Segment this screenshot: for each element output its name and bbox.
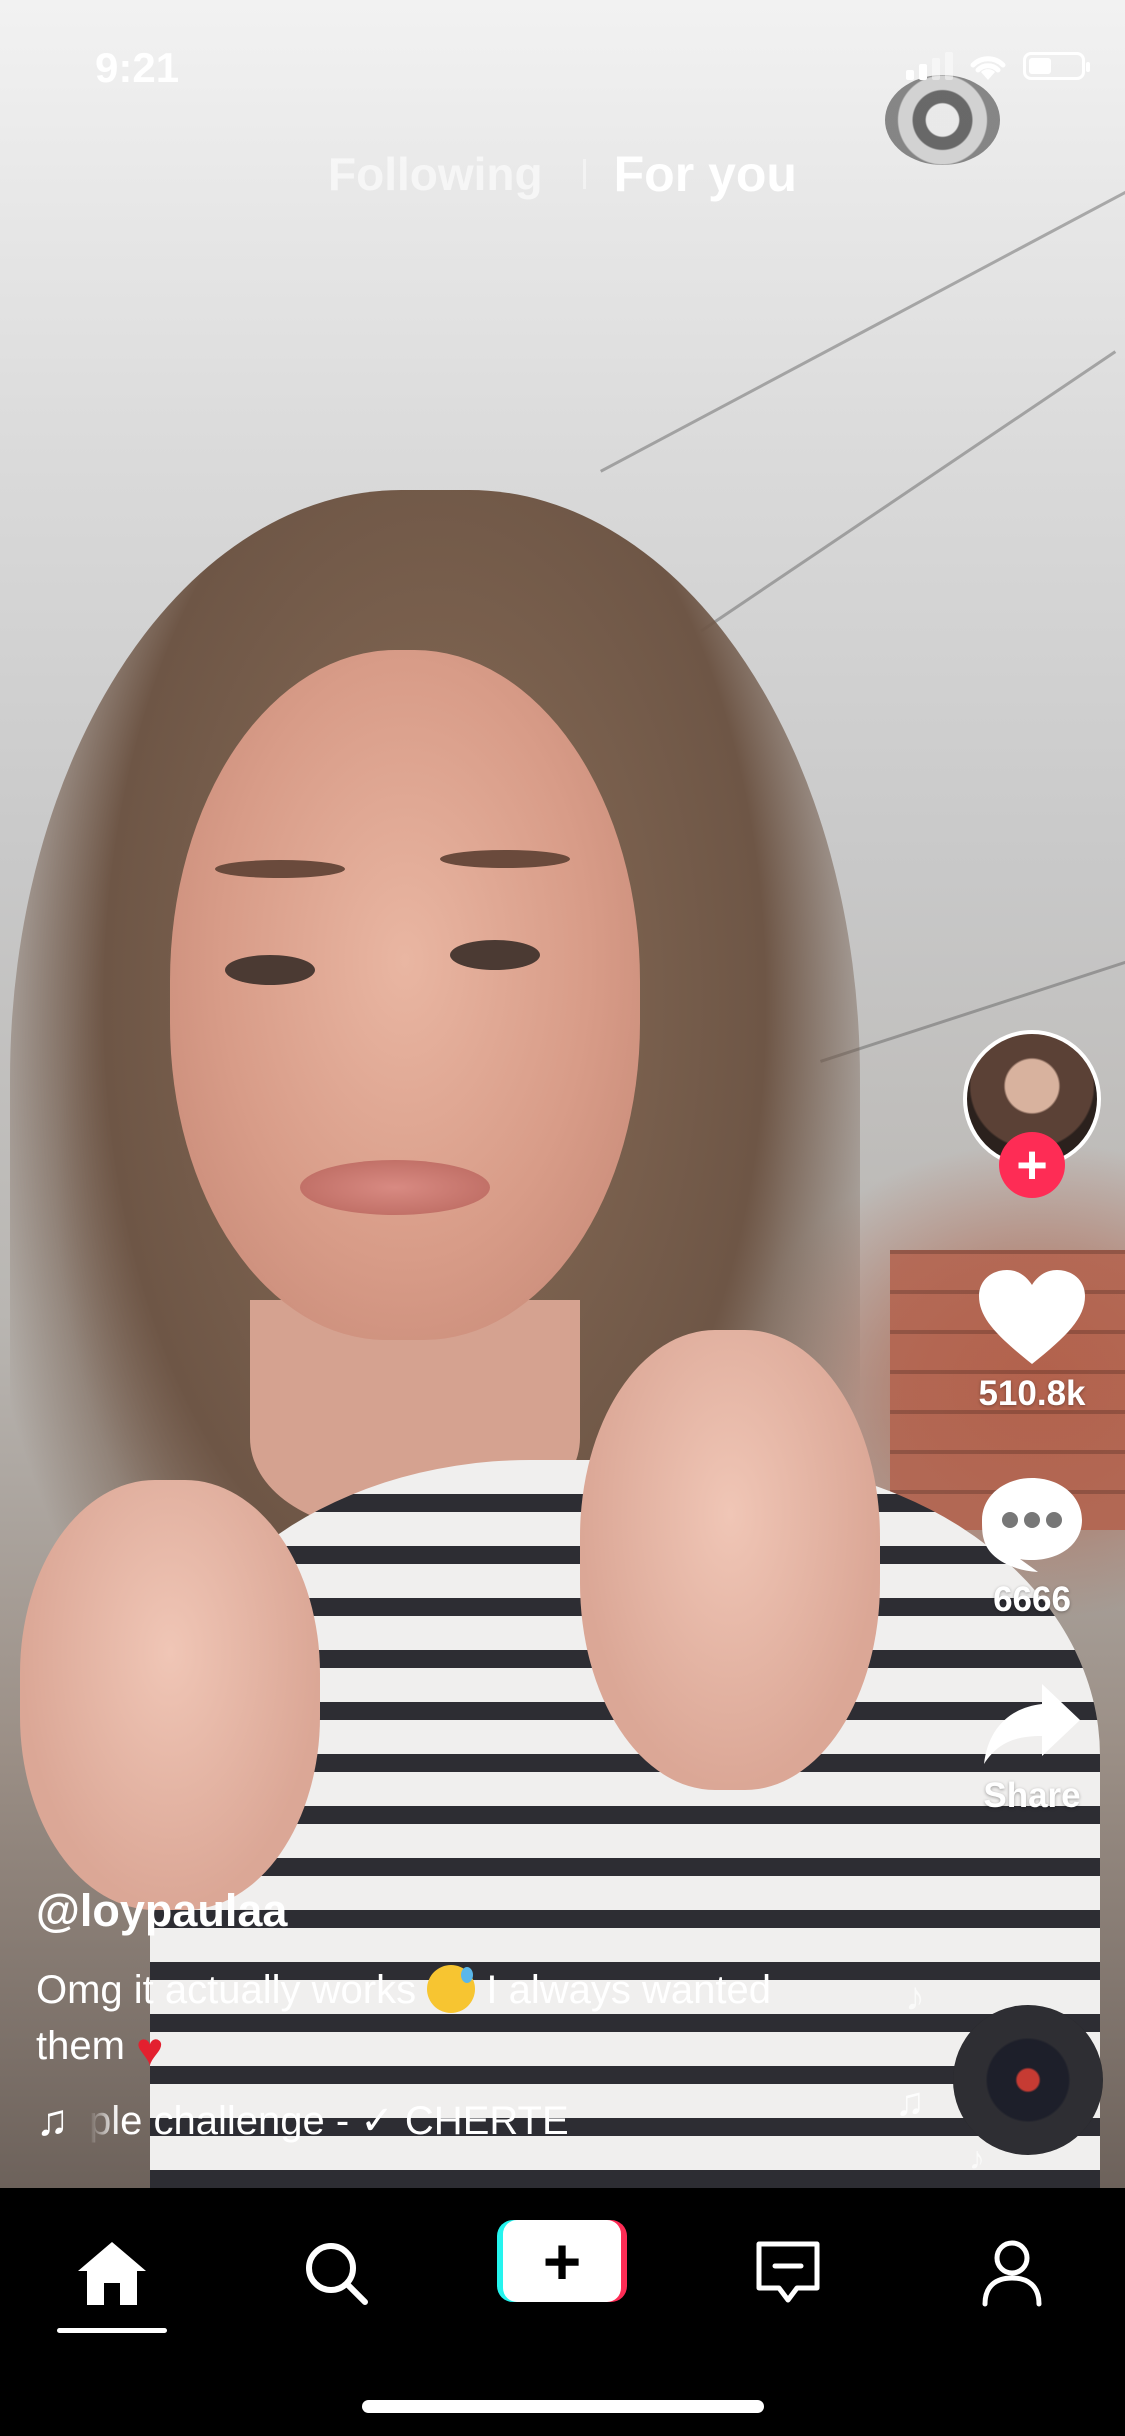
ceiling-line xyxy=(700,350,1117,633)
nav-discover[interactable] xyxy=(276,2228,396,2318)
tab-divider xyxy=(582,159,586,189)
plus-icon: + xyxy=(503,2220,621,2302)
left-hand xyxy=(20,1480,320,1910)
like-count: 510.8k xyxy=(978,1374,1086,1413)
music-ticker[interactable]: ♫ ple challenge - ✓ CHERTE xyxy=(36,2096,649,2146)
share-icon xyxy=(984,1684,1080,1764)
tab-following[interactable]: Following xyxy=(328,147,543,201)
create-button[interactable]: + xyxy=(497,2220,627,2302)
profile-icon xyxy=(982,2240,1042,2307)
username[interactable]: @loypaulaa xyxy=(36,1885,287,1937)
music-note-icon: ♫ xyxy=(895,2080,925,2124)
music-note-icon: ♫ xyxy=(36,2096,69,2145)
action-rail: + 510.8k 6666 Share xyxy=(957,1030,1107,1816)
face xyxy=(170,650,640,1340)
follow-button[interactable]: + xyxy=(999,1132,1065,1198)
home-active-indicator xyxy=(57,2328,167,2333)
music-title: ple challenge - ✓ CHERTE xyxy=(89,2099,569,2143)
caption-text: Omg it actually works xyxy=(36,1968,417,2012)
eyebrow xyxy=(215,860,345,878)
status-icons xyxy=(906,50,1090,82)
music-disc[interactable] xyxy=(953,2005,1103,2155)
lips xyxy=(300,1160,490,1215)
inbox-icon xyxy=(756,2241,820,2303)
nav-inbox[interactable] xyxy=(728,2228,848,2318)
search-icon xyxy=(306,2243,368,2305)
music-note-icon: ♪ xyxy=(905,1975,925,2019)
music-note-icon: ♪ xyxy=(969,2140,985,2176)
heart-emoji: ♥ xyxy=(136,2023,164,2075)
battery-icon xyxy=(1023,52,1090,80)
home-icon xyxy=(78,2242,146,2305)
home-indicator xyxy=(362,2400,764,2413)
share-button[interactable]: Share xyxy=(980,1680,1084,1816)
share-label: Share xyxy=(983,1776,1081,1815)
comment-button[interactable]: 6666 xyxy=(978,1474,1086,1620)
nav-home[interactable] xyxy=(52,2228,172,2318)
sweat-smile-emoji xyxy=(427,1965,476,2013)
heart-icon xyxy=(979,1270,1085,1364)
nav-profile[interactable] xyxy=(952,2228,1072,2318)
eye xyxy=(450,940,540,970)
eye xyxy=(225,955,315,985)
creator-avatar[interactable]: + xyxy=(963,1030,1101,1198)
feed-tabs: Following For you xyxy=(0,145,1125,203)
caption[interactable]: Omg it actually works I always wanted th… xyxy=(36,1962,856,2077)
eyebrow xyxy=(440,850,570,868)
signal-icon xyxy=(906,52,953,80)
tab-for-you[interactable]: For you xyxy=(614,145,797,203)
comment-icon xyxy=(982,1478,1082,1572)
wifi-icon xyxy=(970,56,1006,80)
status-time: 9:21 xyxy=(95,44,180,91)
comment-count: 6666 xyxy=(993,1580,1071,1619)
like-button[interactable]: 510.8k xyxy=(977,1268,1087,1414)
right-hand xyxy=(580,1330,880,1790)
